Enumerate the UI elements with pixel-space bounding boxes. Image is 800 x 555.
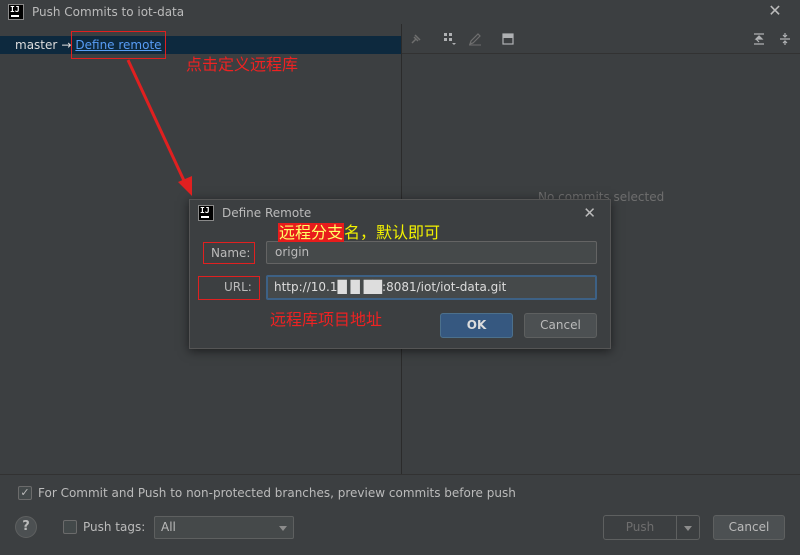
url-label-highlight-box [198,276,260,300]
commits-toolbar [402,24,800,54]
expand-all-icon[interactable] [752,32,766,46]
push-options-dropdown[interactable] [677,515,700,540]
ok-button[interactable]: OK [440,313,513,338]
preview-commits-label: For Commit and Push to non-protected bra… [38,486,516,500]
help-button[interactable]: ? [15,516,37,538]
bottom-divider [0,474,800,475]
intellij-logo-icon: IJ [198,205,214,221]
push-tags-checkbox[interactable] [63,520,77,534]
title-bar: IJ Push Commits to iot-data ✕ [0,0,800,24]
define-remote-note: 点击定义远程库 [186,55,299,74]
intellij-logo-icon: IJ [8,4,24,20]
edit-icon[interactable] [468,32,482,46]
arrow-right-icon: → [61,38,72,52]
close-icon[interactable]: ✕ [583,204,596,222]
dialog-title: Define Remote [222,206,312,220]
group-by-icon[interactable] [443,32,457,46]
push-tags-value: All [161,520,176,534]
window-title: Push Commits to iot-data [32,5,185,19]
remote-url-input[interactable]: http://10.1█ █ ██:8081/iot/iot-data.git [266,275,597,300]
push-tags-label: Push tags: [83,520,146,534]
chevron-down-icon [684,526,692,531]
remote-name-input[interactable]: origin [266,241,597,264]
cancel-button[interactable]: Cancel [713,515,785,540]
preview-commits-option[interactable]: ✓ For Commit and Push to non-protected b… [18,486,516,500]
push-tags-option[interactable]: Push tags: [63,520,145,534]
preview-commits-checkbox[interactable]: ✓ [18,486,32,500]
pin-icon[interactable] [409,32,423,46]
branch-name-note: 远程分支名，默认即可 [278,223,441,242]
define-remote-highlight-box [71,31,166,59]
commit-details-icon[interactable] [501,32,515,46]
local-branch-label: master [15,38,58,52]
dialog-cancel-button[interactable]: Cancel [524,313,597,338]
push-tags-select[interactable]: All [154,516,294,539]
close-icon[interactable]: ✕ [768,3,782,19]
push-button[interactable]: Push [603,515,677,540]
name-label-highlight-box [203,242,255,264]
collapse-all-icon[interactable] [778,32,792,46]
url-note: 远程库项目地址 [270,310,383,329]
chevron-down-icon [279,526,287,531]
